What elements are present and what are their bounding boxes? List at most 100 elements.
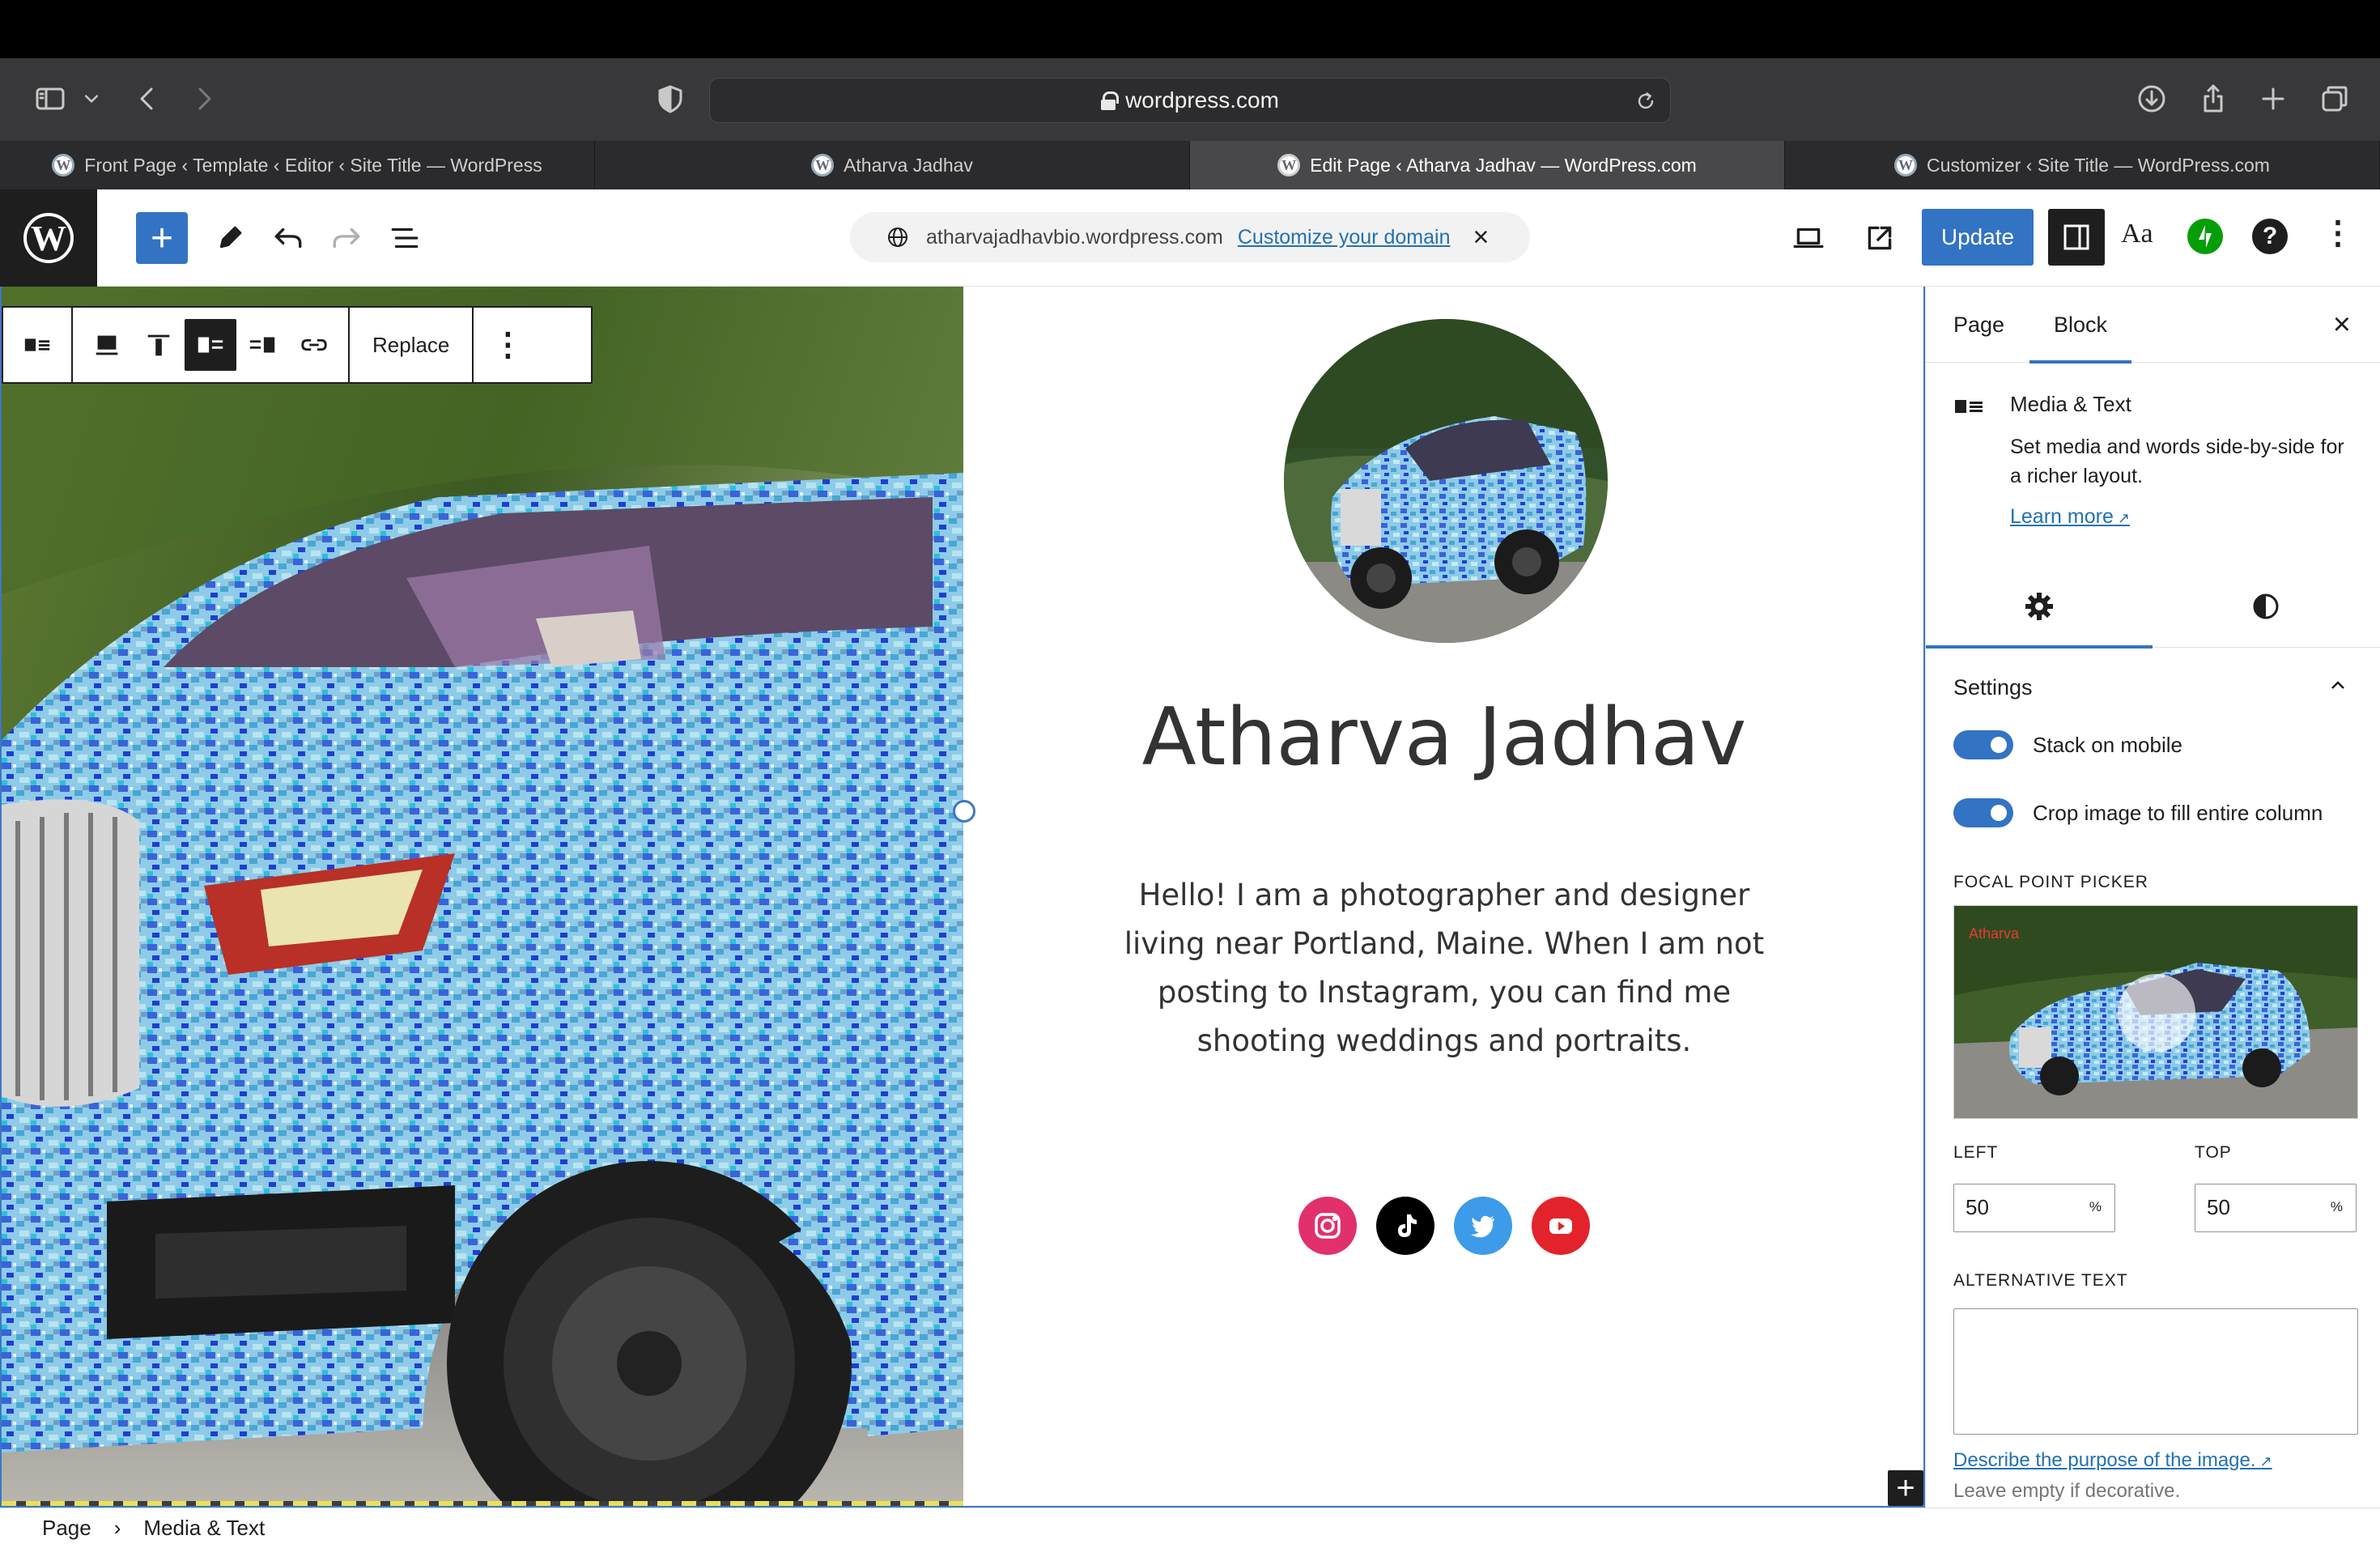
url-text: wordpress.com — [1125, 87, 1279, 113]
focal-point-picker[interactable]: Atharva — [1953, 905, 2358, 1119]
tiktok-icon[interactable] — [1376, 1197, 1434, 1255]
image-bottom-border — [2, 1501, 963, 1506]
add-block-appender-icon[interactable]: + — [1888, 1470, 1923, 1506]
link-icon[interactable] — [288, 319, 340, 371]
youtube-icon[interactable] — [1532, 1197, 1590, 1255]
tab-label: Customizer ‹ Site Title — WordPress.com — [1927, 154, 2270, 176]
preview-device-icon[interactable] — [1791, 220, 1826, 256]
instagram-icon[interactable] — [1298, 1197, 1357, 1255]
options-menu-icon[interactable]: ⋮ — [2322, 217, 2354, 249]
media-text-block-icon[interactable] — [11, 319, 63, 371]
stack-on-mobile-label: Stack on mobile — [2033, 732, 2182, 757]
page-title[interactable]: Atharva Jadhav — [963, 691, 1925, 784]
tabs-overview-icon[interactable] — [2317, 81, 2352, 117]
add-block-button[interactable]: + — [136, 212, 188, 264]
crop-image-label: Crop image to fill entire column — [2033, 800, 2323, 825]
pencil-icon[interactable] — [212, 220, 248, 256]
media-left-icon[interactable] — [185, 319, 236, 371]
inspector-tabs — [1926, 565, 2380, 649]
lock-icon — [1101, 91, 1120, 110]
focal-watermark-text: Atharva — [1969, 925, 2020, 942]
left-label: LEFT — [1953, 1143, 1999, 1162]
top-unit: % — [2330, 1199, 2343, 1214]
top-label: TOP — [2195, 1143, 2232, 1162]
stack-on-mobile-toggle[interactable] — [1953, 730, 2013, 759]
undo-icon[interactable] — [270, 220, 306, 256]
chevron-up-icon[interactable] — [2328, 675, 2348, 695]
focal-point-label: FOCAL POINT PICKER — [1953, 873, 2148, 891]
tab-front-page[interactable]: W Front Page ‹ Template ‹ Editor ‹ Site … — [0, 141, 595, 189]
alt-text-input[interactable] — [1953, 1308, 2358, 1435]
breadcrumb-current[interactable]: Media & Text — [143, 1516, 265, 1541]
full-width-align-icon[interactable] — [81, 319, 133, 371]
back-icon[interactable] — [130, 81, 165, 117]
learn-more-link[interactable]: Learn more ↗ — [2010, 505, 2130, 529]
close-icon[interactable]: × — [1473, 222, 1489, 253]
forward-icon[interactable] — [186, 81, 222, 117]
more-options-icon[interactable]: ⋮ — [482, 326, 533, 364]
wordpress-favicon-icon: W — [52, 154, 75, 176]
shield-icon[interactable] — [652, 81, 688, 117]
left-field: % — [1953, 1184, 2115, 1232]
domain-text: atharvajadhavbio.wordpress.com — [926, 225, 1223, 249]
breadcrumb-page[interactable]: Page — [42, 1516, 91, 1541]
describe-image-link[interactable]: Describe the purpose of the image. ↗ — [1953, 1449, 2272, 1472]
customize-domain-link[interactable]: Customize your domain — [1238, 226, 1451, 249]
redo-icon[interactable] — [329, 220, 364, 256]
list-view-icon[interactable] — [387, 220, 423, 256]
media-image[interactable] — [2, 287, 963, 1504]
align-top-icon[interactable] — [133, 319, 185, 371]
external-link-icon: ↗ — [2255, 1453, 2272, 1469]
media-text-icon — [1955, 400, 1983, 413]
tab-styles[interactable] — [2153, 565, 2379, 648]
jetpack-icon[interactable] — [2187, 219, 2223, 254]
external-link-icon[interactable] — [1862, 220, 1898, 256]
tab-strip: W Front Page ‹ Template ‹ Editor ‹ Site … — [0, 141, 2380, 189]
settings-toggle-button[interactable] — [2048, 209, 2105, 266]
twitter-icon[interactable] — [1454, 1197, 1512, 1255]
tab-customizer[interactable]: W Customizer ‹ Site Title — WordPress.co… — [1785, 141, 2380, 189]
new-tab-icon[interactable] — [2255, 81, 2291, 117]
tab-block[interactable]: Block — [2029, 313, 2132, 364]
close-sidebar-icon[interactable]: × — [2333, 308, 2351, 342]
learn-more-label: Learn more — [2010, 505, 2114, 528]
download-icon[interactable] — [2134, 81, 2170, 117]
left-input[interactable] — [1954, 1184, 2076, 1230]
tab-atharva-jadhav[interactable]: W Atharva Jadhav — [595, 141, 1190, 189]
bio-paragraph[interactable]: Hello! I am a photographer and designer … — [1109, 871, 1779, 1065]
profile-image[interactable] — [1284, 319, 1608, 643]
alt-help-text: Leave empty if decorative. — [1953, 1480, 2181, 1502]
sidebar-tabs: Page Block × — [1926, 287, 2380, 364]
external-link-icon: ↗ — [2113, 510, 2130, 526]
chevron-down-icon[interactable] — [78, 81, 105, 117]
alignment-group — [73, 308, 350, 382]
address-bar[interactable]: wordpress.com — [709, 78, 1671, 123]
tab-page[interactable]: Page — [1953, 313, 2004, 338]
tab-label: Atharva Jadhav — [844, 154, 973, 176]
wordpress-favicon-icon: W — [1894, 154, 1918, 176]
contrast-icon — [2253, 593, 2279, 619]
stack-on-mobile-row: Stack on mobile — [1953, 730, 2182, 759]
wordpress-logo[interactable]: W — [0, 189, 97, 287]
help-icon[interactable]: ? — [2252, 219, 2288, 254]
replace-button[interactable]: Replace — [358, 333, 464, 358]
crop-image-toggle[interactable] — [1953, 798, 2013, 827]
tab-edit-page[interactable]: W Edit Page ‹ Atharva Jadhav — WordPress… — [1190, 141, 1785, 189]
reload-icon[interactable] — [1633, 88, 1659, 114]
breadcrumb: Page › Media & Text — [0, 1508, 2380, 1548]
update-button[interactable]: Update — [1922, 209, 2034, 266]
text-column[interactable]: Atharva Jadhav Hello! I am a photographe… — [963, 287, 1925, 1504]
block-description: Set media and words side-by-side for a r… — [2010, 436, 2344, 487]
wordpress-favicon-icon: W — [1277, 154, 1301, 176]
settings-panel-title[interactable]: Settings — [1953, 675, 2033, 700]
chevron-right-icon: › — [113, 1516, 121, 1540]
crop-image-row: Crop image to fill entire column — [1953, 798, 2323, 827]
media-right-icon[interactable] — [236, 319, 288, 371]
styles-button[interactable]: Aa — [2121, 219, 2153, 249]
block-toolbar: Replace ⋮ — [2, 306, 593, 384]
share-icon[interactable] — [2195, 81, 2231, 117]
block-card: Media & Text Set media and words side-by… — [1926, 363, 2380, 528]
sidebar-icon[interactable] — [32, 81, 68, 117]
tab-settings[interactable] — [1926, 565, 2153, 649]
top-input[interactable] — [2195, 1184, 2317, 1230]
